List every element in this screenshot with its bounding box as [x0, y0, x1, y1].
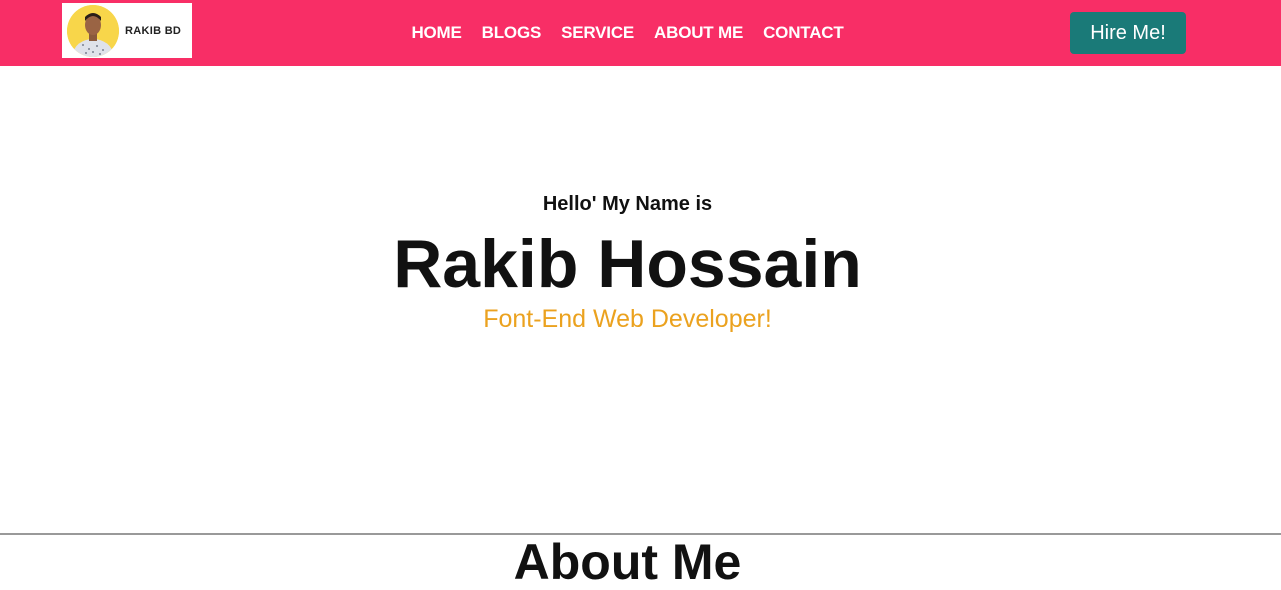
nav-blogs[interactable]: BLOGS [482, 23, 542, 42]
nav-home[interactable]: HOME [411, 23, 461, 42]
site-logo[interactable]: RAKIB BD [62, 3, 192, 58]
about-title: About Me [513, 534, 742, 590]
profile-photo [67, 4, 119, 57]
nav-contact[interactable]: CONTACT [763, 23, 844, 42]
nav-about-me[interactable]: ABOUT ME [654, 23, 743, 42]
avatar [67, 4, 119, 57]
hire-me-button[interactable]: Hire Me! [1070, 12, 1186, 54]
nav-service[interactable]: SERVICE [561, 23, 634, 42]
hero-greeting: Hello' My Name is [542, 193, 713, 215]
navbar: RAKIB BD HOME BLOGS SERVICE ABOUT ME CON… [0, 0, 1281, 66]
hero-role: Font-End Web Developer! [483, 305, 772, 333]
hero-section: Hello' My Name is Rakib Hossain Font-End… [0, 66, 1281, 533]
hero-name: Rakib Hossain [393, 226, 862, 302]
logo-text: RAKIB BD [125, 24, 182, 37]
